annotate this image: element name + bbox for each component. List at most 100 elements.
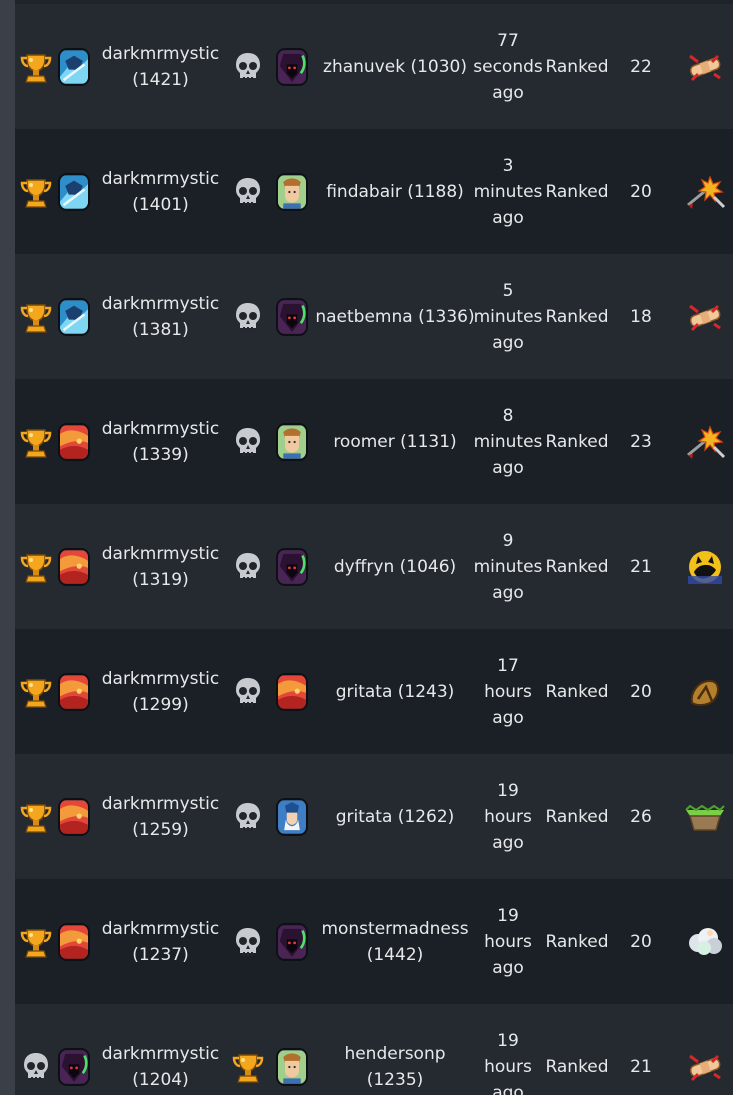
opponent-legend-avatar[interactable] — [276, 672, 308, 711]
opponent-legend-avatar[interactable] — [276, 547, 308, 586]
opponent-name[interactable]: naetbemna (1336) — [315, 304, 474, 330]
time-ago: ago — [492, 582, 524, 603]
opponent-name[interactable]: hendersonp (1235) — [315, 1041, 475, 1093]
match-number: 20 — [630, 681, 652, 702]
time-ago: ago — [492, 1082, 524, 1095]
player-legend-avatar[interactable] — [58, 922, 90, 961]
match-number: 22 — [630, 56, 652, 77]
player-name[interactable]: darkmrmystic (1237) — [102, 916, 220, 968]
bandage-icon — [684, 1050, 726, 1084]
opponent-name[interactable]: dyffryn (1046) — [334, 554, 456, 580]
match-time: 8 minutes ago — [474, 403, 543, 481]
player-legend-avatar[interactable] — [58, 672, 90, 711]
opponent-legend-avatar[interactable] — [276, 47, 308, 86]
player-elo: (1259) — [132, 819, 189, 840]
match-mode: Ranked — [545, 806, 609, 827]
match-row[interactable]: darkmrmystic (1421) zhanuvek (1030) 77 s… — [15, 4, 733, 129]
shadow-moon-icon — [684, 550, 726, 584]
match-time: 5 minutes ago — [474, 278, 543, 356]
trophy-icon — [19, 297, 53, 337]
match-row[interactable]: darkmrmystic (1299) gritata (1243) 17 ho… — [15, 629, 733, 754]
match-row[interactable]: darkmrmystic (1401) findabair (1188) 3 m… — [15, 129, 733, 254]
opponent-name[interactable]: zhanuvek (1030) — [323, 54, 467, 80]
player-legend-avatar[interactable] — [58, 1047, 90, 1086]
opponent-legend-avatar[interactable] — [276, 297, 308, 336]
player-name-text: darkmrmystic — [101, 1043, 220, 1064]
match-row[interactable]: darkmrmystic (1339) roomer (1131) 8 minu… — [15, 379, 733, 504]
opponent-legend-avatar[interactable] — [276, 797, 308, 836]
opponent-legend-avatar[interactable] — [276, 922, 308, 961]
player-legend-avatar[interactable] — [58, 47, 90, 86]
player-name[interactable]: darkmrmystic (1381) — [102, 291, 220, 343]
match-row[interactable]: darkmrmystic (1259) gritata (1262) 19 ho… — [15, 754, 733, 879]
time-value: 17 — [497, 655, 519, 676]
trophy-icon — [19, 172, 53, 212]
player-legend-avatar[interactable] — [58, 297, 90, 336]
match-row[interactable]: darkmrmystic (1237) monstermadness (1442… — [15, 879, 733, 1004]
match-history-table: darkmrmystic (1421) zhanuvek (1030) 77 s… — [15, 0, 733, 1095]
player-name[interactable]: darkmrmystic (1421) — [102, 41, 220, 93]
opponent-name[interactable]: roomer (1131) — [333, 429, 456, 455]
match-number: 20 — [630, 931, 652, 952]
match-row[interactable]: darkmrmystic (1204) hendersonp (1235) 19… — [15, 1004, 733, 1095]
player-legend-avatar[interactable] — [58, 797, 90, 836]
player-legend-avatar[interactable] — [58, 172, 90, 211]
trophy-icon — [19, 797, 53, 837]
player-name-text: darkmrmystic — [101, 43, 220, 64]
opponent-name[interactable]: gritata (1262) — [336, 804, 455, 830]
time-ago: ago — [492, 332, 524, 353]
smoke-cloud-icon — [684, 925, 726, 959]
match-mode: Ranked — [545, 431, 609, 452]
time-ago: ago — [492, 82, 524, 103]
match-row[interactable]: darkmrmystic (1319) dyffryn (1046) 9 min… — [15, 504, 733, 629]
player-legend-avatar[interactable] — [58, 547, 90, 586]
trophy-icon — [19, 922, 53, 962]
match-row[interactable]: darkmrmystic (1381) naetbemna (1336) 5 m… — [15, 254, 733, 379]
bandage-icon — [684, 50, 726, 84]
player-elo: (1299) — [132, 694, 189, 715]
match-number: 20 — [630, 181, 652, 202]
player-name-text: darkmrmystic — [101, 168, 220, 189]
player-name-text: darkmrmystic — [101, 418, 220, 439]
opponent-name[interactable]: monstermadness (1442) — [315, 916, 475, 968]
skull-icon — [231, 922, 265, 962]
time-ago: ago — [492, 832, 524, 853]
skull-icon — [231, 797, 265, 837]
player-name[interactable]: darkmrmystic (1259) — [102, 791, 220, 843]
rock-fist-icon — [684, 675, 726, 709]
match-mode: Ranked — [545, 181, 609, 202]
opponent-legend-avatar[interactable] — [276, 172, 308, 211]
opponent-legend-avatar[interactable] — [276, 422, 308, 461]
match-number: 26 — [630, 806, 652, 827]
player-name[interactable]: darkmrmystic (1319) — [102, 541, 220, 593]
match-time: 19 hours ago — [484, 778, 532, 856]
player-name-text: darkmrmystic — [101, 293, 220, 314]
time-unit: minutes — [473, 556, 543, 577]
player-name[interactable]: darkmrmystic (1401) — [102, 166, 220, 218]
time-unit: minutes — [473, 431, 543, 452]
opponent-name[interactable]: gritata (1243) — [336, 679, 455, 705]
opponent-name[interactable]: findabair (1188) — [326, 179, 464, 205]
match-number: 23 — [630, 431, 652, 452]
player-elo: (1421) — [132, 69, 189, 90]
player-legend-avatar[interactable] — [58, 422, 90, 461]
player-elo: (1319) — [132, 569, 189, 590]
player-elo: (1339) — [132, 444, 189, 465]
trophy-icon — [19, 47, 53, 87]
explosion-arrow-icon — [684, 424, 726, 459]
grass-platform-icon — [684, 800, 726, 834]
time-ago: ago — [492, 707, 524, 728]
skull-icon — [231, 672, 265, 712]
trophy-icon — [19, 672, 53, 712]
match-number: 18 — [630, 306, 652, 327]
player-name[interactable]: darkmrmystic (1204) — [102, 1041, 220, 1093]
player-name[interactable]: darkmrmystic (1299) — [102, 666, 220, 718]
time-value: 3 — [502, 155, 514, 176]
player-elo: (1204) — [132, 1069, 189, 1090]
match-time: 17 hours ago — [484, 653, 532, 731]
player-name[interactable]: darkmrmystic (1339) — [102, 416, 220, 468]
time-value: 19 — [497, 780, 519, 801]
opponent-legend-avatar[interactable] — [276, 1047, 308, 1086]
player-elo: (1401) — [132, 194, 189, 215]
match-time: 19 hours ago — [484, 903, 532, 981]
